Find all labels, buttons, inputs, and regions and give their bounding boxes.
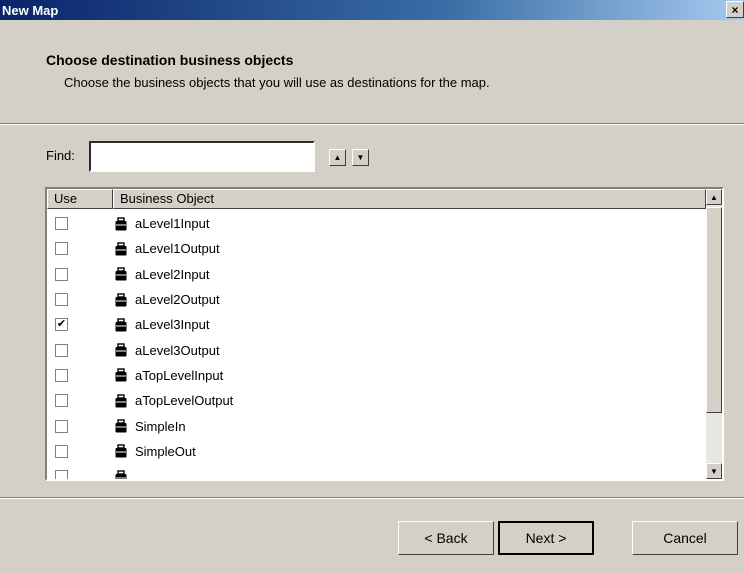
- use-checkbox[interactable]: [55, 444, 68, 458]
- business-object-icon: [115, 318, 127, 332]
- next-button[interactable]: Next >: [498, 521, 594, 555]
- business-object-name: aLevel1Input: [135, 216, 210, 232]
- use-checkbox[interactable]: [55, 419, 68, 433]
- header-divider: [0, 123, 744, 125]
- list-item[interactable]: aLevel1Input: [47, 211, 706, 236]
- up-arrow-icon: ▲: [710, 192, 718, 202]
- find-next-button[interactable]: ▼: [352, 149, 369, 166]
- vertical-scrollbar[interactable]: ▲ ▼: [706, 189, 722, 479]
- scroll-down-button[interactable]: ▼: [706, 463, 722, 479]
- close-icon: ×: [731, 2, 739, 17]
- down-arrow-icon: ▼: [356, 153, 365, 162]
- list-item[interactable]: ✔ aLevel3Input: [47, 312, 706, 337]
- back-button[interactable]: < Back: [398, 521, 494, 555]
- list-item[interactable]: SimpleOut: [47, 439, 706, 464]
- list-item[interactable]: [47, 464, 706, 479]
- scrollbar-thumb[interactable]: [706, 207, 722, 413]
- business-object-icon: [115, 419, 127, 433]
- title-bar: New Map ×: [0, 0, 744, 20]
- list-rows: aLevel1Input aLevel1Output aLevel2Input aLe…: [47, 211, 706, 479]
- business-object-icon: [115, 267, 127, 281]
- business-object-name: aTopLevelInput: [135, 367, 224, 383]
- wizard-header: Choose destination business objects Choo…: [0, 20, 744, 123]
- list-header: Use Business Object: [47, 189, 706, 209]
- business-object-icon: [115, 444, 127, 458]
- list-item[interactable]: aLevel2Output: [47, 287, 706, 312]
- find-label: Find:: [46, 148, 75, 163]
- use-checkbox[interactable]: ✔: [55, 318, 68, 332]
- find-input[interactable]: [89, 141, 315, 172]
- business-object-name: SimpleOut: [135, 443, 196, 459]
- window-title: New Map: [2, 2, 59, 18]
- list-item[interactable]: aLevel1Output: [47, 236, 706, 261]
- business-object-name: SimpleIn: [135, 418, 186, 434]
- use-checkbox[interactable]: [55, 293, 68, 307]
- cancel-button[interactable]: Cancel: [632, 521, 738, 555]
- business-object-icon: [115, 216, 127, 231]
- business-object-icon: [115, 292, 127, 307]
- business-object-icon: [115, 343, 127, 357]
- business-object-name: aLevel3Output: [135, 342, 220, 358]
- find-previous-button[interactable]: ▲: [329, 149, 346, 166]
- page-title: Choose destination business objects: [46, 52, 294, 68]
- list-item[interactable]: aTopLevelOutput: [47, 388, 706, 413]
- column-header-use[interactable]: Use: [47, 189, 113, 209]
- business-object-name: aLevel2Output: [135, 292, 220, 308]
- business-object-list[interactable]: Use Business Object aLevel1Input aLevel1O…: [45, 187, 724, 481]
- scroll-up-button[interactable]: ▲: [706, 189, 722, 205]
- down-arrow-icon: ▼: [710, 466, 718, 476]
- use-checkbox[interactable]: [55, 242, 68, 256]
- list-item[interactable]: aLevel3Output: [47, 337, 706, 362]
- close-button[interactable]: ×: [726, 1, 744, 18]
- checkmark-icon: ✔: [56, 318, 67, 331]
- up-arrow-icon: ▲: [333, 153, 342, 162]
- business-object-name: aLevel1Output: [135, 241, 220, 257]
- use-checkbox[interactable]: [55, 368, 68, 382]
- use-checkbox[interactable]: [55, 217, 68, 231]
- footer-divider: [0, 497, 744, 499]
- use-checkbox[interactable]: [55, 470, 68, 479]
- business-object-icon: [115, 394, 127, 408]
- list-item[interactable]: SimpleIn: [47, 413, 706, 438]
- list-item[interactable]: aLevel2Input: [47, 262, 706, 287]
- column-header-business-object[interactable]: Business Object: [113, 189, 706, 209]
- business-object-name: aLevel2Input: [135, 266, 210, 282]
- business-object-name: aLevel3Input: [135, 317, 210, 333]
- business-object-icon: [115, 368, 127, 382]
- use-checkbox[interactable]: [55, 343, 68, 357]
- use-checkbox[interactable]: [55, 394, 68, 408]
- list-item[interactable]: aTopLevelInput: [47, 363, 706, 388]
- business-object-name: aTopLevelOutput: [135, 393, 234, 409]
- page-subtitle: Choose the business objects that you wil…: [64, 75, 490, 90]
- use-checkbox[interactable]: [55, 267, 68, 281]
- business-object-icon: [115, 242, 127, 256]
- business-object-icon: [115, 469, 127, 479]
